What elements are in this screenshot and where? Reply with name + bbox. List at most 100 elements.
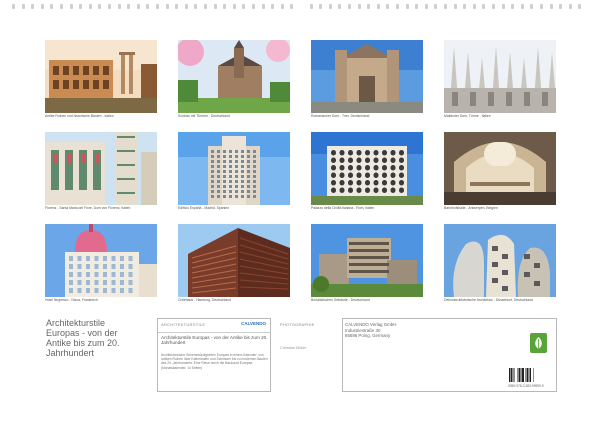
calvendo-logo: CALVENDO [241, 321, 266, 326]
info-header: ARCHITEKTURSTILE [161, 322, 206, 327]
binding-hole [127, 4, 131, 9]
photo-station [444, 132, 556, 205]
binding-hole [146, 4, 150, 9]
binding-hole [223, 4, 227, 9]
isbn-number: ISBN 978-3-383-99999-9 [508, 384, 544, 388]
binding-hole [69, 4, 73, 9]
binding-hole [549, 4, 553, 9]
binding-hole [530, 4, 534, 9]
binding-hole [290, 4, 294, 9]
photo-cathedral [311, 40, 423, 113]
photo-caption: Brutalistisches Gebäude - Deutschland [311, 298, 370, 302]
photo-colosseum [45, 40, 157, 113]
binding-hole [559, 4, 563, 9]
binding-hole [156, 4, 159, 9]
photo-caption: Palazzo della Civiltà Italiana - Rom, It… [311, 206, 375, 210]
binding-hole [108, 4, 111, 9]
photo-caption: Mailänder Dom, Türme - Italien [444, 114, 491, 118]
photographer-name: Christian Müller [280, 346, 307, 350]
binding-hole [98, 4, 102, 9]
photo-square [311, 132, 423, 205]
binding-holes [0, 0, 600, 14]
publisher-street: Industriestraße 30 [345, 327, 381, 333]
photographer-label: PHOTOGRAPHIE [280, 322, 315, 327]
binding-hole [184, 4, 188, 9]
binding-hole [396, 4, 399, 9]
binding-hole [79, 4, 83, 9]
binding-hole [232, 4, 236, 9]
binding-hole [338, 4, 342, 9]
photo-caption: Chilehaus - Hamburg, Deutschland [178, 298, 231, 302]
photo-caption: Romanischer Dom - Trier, Deutschland [311, 114, 370, 118]
binding-hole [117, 4, 121, 9]
photo-caption: Bahnhofshalle - Antwerpen, Belgien [444, 206, 498, 210]
binding-hole [252, 4, 255, 9]
binding-hole [242, 4, 246, 9]
binding-hole [463, 4, 467, 9]
title-line: Jahrhundert [46, 348, 95, 358]
binding-hole [568, 4, 572, 9]
photo-gothic [444, 40, 556, 113]
binding-hole [213, 4, 217, 9]
binding-hole [136, 4, 140, 9]
binding-hole [194, 4, 198, 9]
binding-hole [415, 4, 419, 9]
title-line: Architekturstile [46, 318, 106, 328]
binding-hole [88, 4, 92, 9]
info-subtitle: Architekturstile Europas - von der Antik… [161, 335, 268, 346]
binding-hole [12, 4, 15, 9]
binding-hole [309, 4, 313, 9]
info-description: Architektonische Sehenswürdigkeiten Euro… [161, 353, 268, 370]
binding-hole [511, 4, 515, 9]
binding-hole [280, 4, 284, 9]
photographer-block: PHOTOGRAPHIE Christian Müller [278, 318, 338, 392]
photo-brutal [311, 224, 423, 297]
title-line: Europas - von der [46, 328, 118, 338]
calendar-title: Architekturstile Europas - von der Antik… [46, 318, 146, 358]
photo-caption: Dekonstruktivistische Architektur - Düss… [444, 298, 533, 302]
binding-hole [376, 4, 380, 9]
photo-tower [178, 132, 290, 205]
info-box: ARCHITEKTURSTILE CALVENDO Architektursti… [157, 318, 271, 392]
photo-florence [45, 132, 157, 205]
binding-hole [492, 4, 495, 9]
binding-hole [424, 4, 428, 9]
photo-gehry [444, 224, 556, 297]
binding-hole [367, 4, 371, 9]
binding-hole [501, 4, 505, 9]
binding-hole [60, 4, 63, 9]
binding-hole [472, 4, 476, 9]
binding-hole [520, 4, 524, 9]
photo-castle [178, 40, 290, 113]
info-divider [158, 332, 270, 333]
publisher-city: 85586 Poing, Germany [345, 333, 391, 338]
binding-hole [578, 4, 582, 9]
barcode-icon [509, 368, 553, 382]
binding-hole [175, 4, 179, 9]
binding-hole [261, 4, 265, 9]
binding-hole [165, 4, 169, 9]
binding-hole [386, 4, 390, 9]
binding-hole [31, 4, 35, 9]
binding-hole [21, 4, 25, 9]
binding-hole [405, 4, 409, 9]
photo-caption: Hotel Negresco - Nizza, Frankreich [45, 298, 98, 302]
photo-caption: Antike Ruinen und historische Bauten - I… [45, 114, 114, 118]
binding-hole [434, 4, 438, 9]
binding-hole [453, 4, 457, 9]
binding-hole [271, 4, 275, 9]
binding-hole [444, 4, 447, 9]
publisher-name: CALVENDO Verlag GmbH [345, 322, 397, 327]
binding-hole [50, 4, 54, 9]
binding-hole [348, 4, 351, 9]
publisher-box: CALVENDO Verlag GmbH Industriestraße 30 … [342, 318, 557, 392]
photo-negresco [45, 224, 157, 297]
binding-hole [40, 4, 44, 9]
binding-hole [328, 4, 332, 9]
binding-hole [540, 4, 543, 9]
title-line: Antike bis zum 20. [46, 338, 120, 348]
binding-hole [319, 4, 323, 9]
photo-caption: Edificio España - Madrid, Spanien [178, 206, 230, 210]
binding-hole [357, 4, 361, 9]
photo-caption: Florenz - Santa Maria del Fiore, Dom von… [45, 206, 131, 210]
